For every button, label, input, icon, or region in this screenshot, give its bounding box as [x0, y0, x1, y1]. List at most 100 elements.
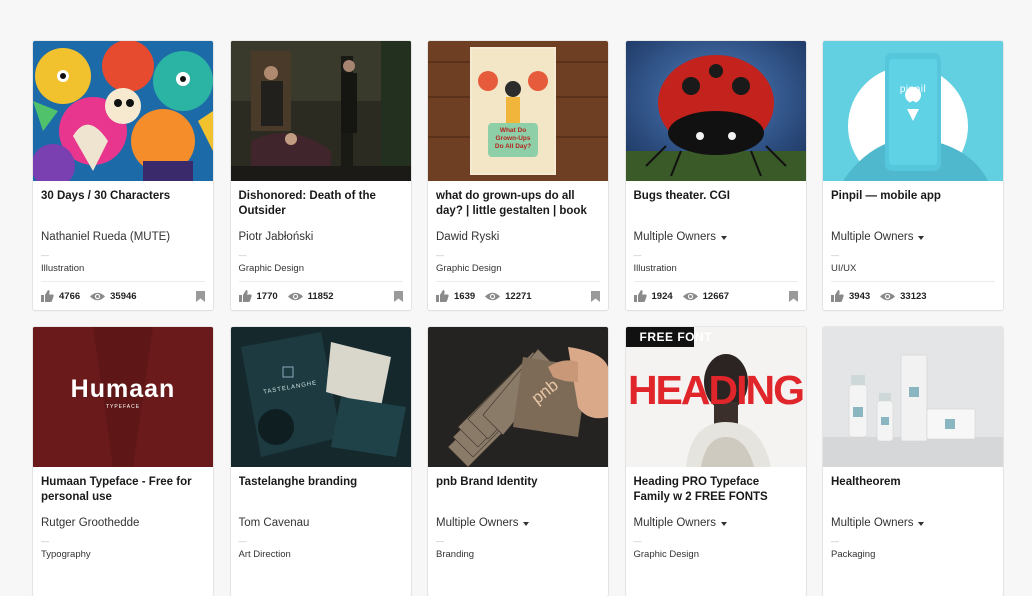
project-card[interactable]: Healtheorem Multiple Owners — Packaging — [823, 327, 1003, 596]
project-title[interactable]: Tastelanghe branding — [239, 475, 403, 507]
likes-count: 3943 — [849, 290, 871, 302]
project-card[interactable]: What Do Grown-Ups Do All Day? what do gr… — [428, 41, 608, 310]
bookmark-icon[interactable] — [788, 290, 798, 302]
project-card[interactable]: pinpil Pinpil — mobile app Multiple Owne… — [823, 41, 1003, 310]
project-field[interactable]: Illustration — [634, 263, 677, 274]
project-title[interactable]: pnb Brand Identity — [436, 475, 600, 507]
thumbs-up-icon[interactable] — [41, 290, 54, 302]
project-card[interactable]: Bugs theater. CGI Multiple Owners — Illu… — [625, 41, 806, 310]
project-field[interactable]: Graphic Design — [436, 263, 501, 274]
project-title[interactable]: Bugs theater. CGI — [634, 189, 798, 221]
bookmark-icon[interactable] — [393, 290, 403, 302]
project-card[interactable]: FREE FONT HEADING Heading PRO Typeface F… — [625, 327, 806, 596]
multiple-owners-dropdown[interactable]: Multiple Owners — [831, 231, 925, 243]
eye-icon — [880, 292, 896, 301]
project-owner[interactable]: Tom Cavenau — [239, 517, 310, 529]
project-cover-image[interactable]: TASTELANGHE — [230, 327, 411, 467]
stats-divider — [831, 281, 995, 282]
owner-name[interactable]: Rutger Groothedde — [41, 517, 139, 529]
project-owner[interactable]: Piotr Jabłoński — [239, 231, 314, 243]
likes-count: 1924 — [651, 290, 673, 302]
project-title[interactable]: Healtheorem — [831, 475, 995, 507]
views-count: 12667 — [702, 290, 730, 302]
book-cover-title: What Do Grown-Ups Do All Day? — [494, 127, 532, 150]
free-font-label: FREE FONT — [639, 330, 712, 344]
project-owner[interactable]: Dawid Ryski — [436, 231, 499, 243]
project-title[interactable]: Humaan Typeface - Free for personal use — [41, 475, 205, 507]
project-title[interactable]: Pinpil — mobile app — [831, 189, 995, 221]
project-card[interactable]: pnb pnb Brand Identity Multiple Owners —… — [428, 327, 608, 596]
caret-down-icon[interactable] — [720, 235, 727, 240]
multiple-owners-dropdown[interactable]: Multiple Owners — [634, 517, 727, 529]
divider-dash: — — [633, 537, 642, 546]
multiple-owners-dropdown[interactable]: Multiple Owners — [634, 231, 727, 243]
project-stats: 4766 35946 — [41, 288, 205, 304]
owner-name[interactable]: Multiple Owners — [831, 517, 913, 529]
project-stats: 3943 33123 — [831, 288, 995, 304]
owner-name[interactable]: Multiple Owners — [436, 517, 518, 529]
project-title[interactable]: Dishonored: Death of the Outsider — [239, 189, 403, 221]
humaan-logo: Humaan — [70, 375, 176, 403]
caret-down-icon[interactable] — [918, 521, 925, 526]
multiple-owners-dropdown[interactable]: Multiple Owners — [831, 517, 925, 529]
bookmark-icon[interactable] — [196, 290, 205, 302]
thumbs-up-icon[interactable] — [831, 290, 844, 302]
divider-dash: — — [831, 251, 839, 260]
project-field[interactable]: Typography — [41, 549, 91, 560]
caret-down-icon[interactable] — [918, 235, 925, 240]
project-owner[interactable]: Rutger Groothedde — [41, 517, 139, 529]
project-title[interactable]: 30 Days / 30 Characters — [41, 189, 205, 221]
multiple-owners-dropdown[interactable]: Multiple Owners — [436, 517, 530, 529]
project-field[interactable]: UI/UX — [831, 263, 856, 274]
project-cover-image[interactable] — [33, 41, 213, 181]
project-cover-image[interactable]: pnb — [428, 327, 608, 467]
views-count: 33123 — [900, 290, 927, 302]
project-grid: 30 Days / 30 Characters Nathaniel Rueda … — [33, 41, 1003, 596]
owner-name[interactable]: Multiple Owners — [634, 231, 716, 243]
project-cover-image[interactable] — [625, 41, 806, 181]
divider-dash: — — [831, 537, 839, 546]
project-cover-image[interactable]: pinpil — [823, 41, 1003, 181]
thumbs-up-icon[interactable] — [238, 290, 252, 302]
project-title[interactable]: Heading PRO Typeface Family w 2 FREE FON… — [634, 475, 798, 507]
owner-name[interactable]: Multiple Owners — [634, 517, 716, 529]
stats-divider — [436, 281, 600, 282]
project-cover-image[interactable] — [230, 41, 411, 181]
project-cover-image[interactable]: What Do Grown-Ups Do All Day? — [428, 41, 608, 181]
pinpil-logo: pinpil — [899, 84, 927, 95]
divider-dash: — — [41, 251, 49, 260]
thumbs-up-icon[interactable] — [436, 290, 449, 302]
project-field[interactable]: Graphic Design — [239, 263, 304, 274]
project-card[interactable]: Humaan TYPEFACE Humaan Typeface - Free f… — [33, 327, 213, 596]
thumbs-up-icon[interactable] — [633, 290, 647, 302]
project-cover-image[interactable]: Humaan TYPEFACE — [33, 327, 213, 467]
owner-name[interactable]: Nathaniel Rueda (MUTE) — [41, 231, 170, 243]
owner-name[interactable]: Dawid Ryski — [436, 231, 499, 243]
project-cover-image[interactable] — [823, 327, 1003, 467]
project-card[interactable]: Dishonored: Death of the Outsider Piotr … — [230, 41, 411, 310]
views-count: 12271 — [505, 290, 532, 302]
project-field[interactable]: Branding — [436, 549, 474, 560]
owner-name[interactable]: Multiple Owners — [831, 231, 913, 243]
project-field[interactable]: Graphic Design — [634, 549, 699, 560]
divider-dash: — — [436, 251, 444, 260]
eye-icon — [682, 292, 698, 301]
project-field[interactable]: Art Direction — [239, 549, 291, 560]
project-field[interactable]: Packaging — [831, 549, 875, 560]
stats-divider — [633, 281, 798, 282]
caret-down-icon[interactable] — [523, 521, 530, 526]
project-owner[interactable]: Nathaniel Rueda (MUTE) — [41, 231, 170, 243]
project-cover-image[interactable]: FREE FONT HEADING — [625, 327, 806, 467]
owner-name[interactable]: Tom Cavenau — [239, 517, 310, 529]
bookmark-icon[interactable] — [591, 290, 600, 302]
caret-down-icon[interactable] — [720, 521, 727, 526]
divider-dash: — — [41, 537, 49, 546]
owner-name[interactable]: Piotr Jabłoński — [239, 231, 314, 243]
eye-icon — [90, 292, 106, 301]
project-card[interactable]: 30 Days / 30 Characters Nathaniel Rueda … — [33, 41, 213, 310]
heading-logo: HEADING — [627, 367, 805, 413]
project-field[interactable]: Illustration — [41, 263, 84, 274]
project-card[interactable]: TASTELANGHE Tastelanghe branding Tom Cav… — [230, 327, 411, 596]
project-stats: 1770 11852 — [238, 288, 403, 304]
project-title[interactable]: what do grown-ups do all day? | little g… — [436, 189, 600, 221]
